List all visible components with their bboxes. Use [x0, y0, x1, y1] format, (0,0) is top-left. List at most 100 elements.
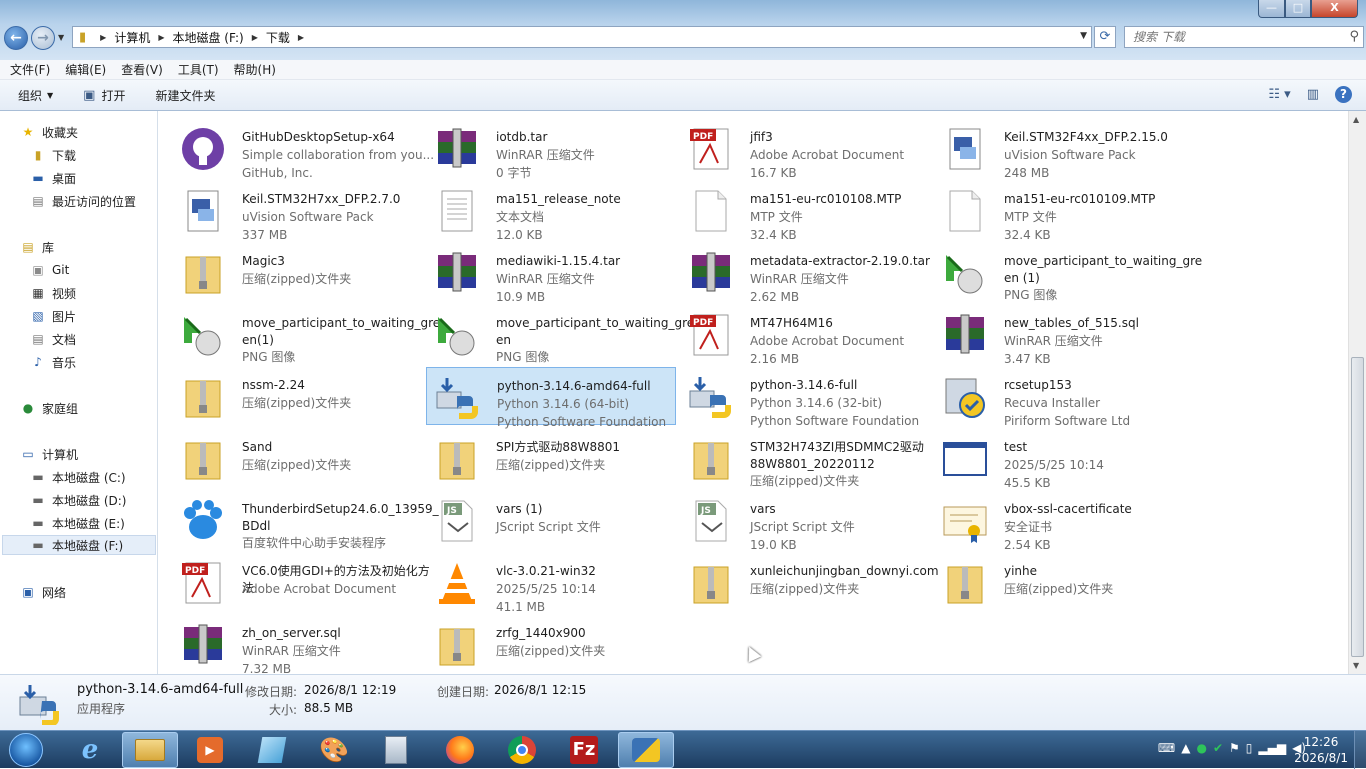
sidebar-item-git[interactable]: ▣ Git — [30, 260, 69, 280]
show-desktop-button[interactable] — [1354, 731, 1366, 769]
file-item[interactable]: yinhe 压缩(zipped)文件夹 — [934, 553, 1184, 611]
file-item[interactable]: mediawiki-1.15.4.tar WinRAR 压缩文件 10.9 MB — [426, 243, 676, 304]
menu-tools[interactable]: 工具(T) — [178, 61, 219, 78]
sidebar-item-downloads[interactable]: ▮ 下载 — [30, 145, 76, 165]
file-item[interactable]: python-3.14.6-amd64-full Python 3.14.6 (6… — [426, 367, 676, 429]
minimize-button[interactable]: — — [1258, 0, 1285, 18]
menu-file[interactable]: 文件(F) — [10, 61, 50, 78]
open-button[interactable]: ▣ 打开 — [83, 87, 125, 104]
search-box[interactable]: ⚲ — [1124, 26, 1364, 48]
breadcrumb-downloads[interactable]: 下载 — [266, 29, 290, 46]
close-button[interactable]: X — [1311, 0, 1358, 18]
file-item[interactable]: ma151-eu-rc010108.MTP MTP 文件 32.4 KB — [680, 181, 930, 242]
file-item[interactable]: move_participant_to_waiting_gre en(1) PNG… — [172, 305, 440, 364]
taskbar-python-installer[interactable] — [618, 732, 674, 768]
file-item[interactable]: PDF VC6.0使用GDI+的方法及初始化方 法 Adobe Acrobat Do… — [172, 553, 430, 611]
sidebar-favorites[interactable]: ★ 收藏夹 — [20, 122, 78, 142]
network-signal-icon[interactable]: ▂▄▆ — [1258, 741, 1286, 755]
file-item[interactable]: move_participant_to_waiting_gre en PNG 图像 — [426, 305, 694, 364]
taskbar-explorer[interactable] — [122, 732, 178, 768]
sidebar-item-drive-d[interactable]: ▬ 本地磁盘 (D:) — [30, 490, 126, 510]
sidebar-item-desktop[interactable]: ▬ 桌面 — [30, 168, 76, 188]
taskbar-paint[interactable]: 🎨 — [306, 732, 362, 768]
sidebar-item-drive-c[interactable]: ▬ 本地磁盘 (C:) — [30, 467, 125, 487]
file-item[interactable]: JS vars JScript Script 文件 19.0 KB — [680, 491, 930, 552]
scrollbar-thumb[interactable] — [1351, 357, 1364, 657]
file-item[interactable]: rcsetup153 Recuva Installer Piriform Softw… — [934, 367, 1184, 428]
search-input[interactable] — [1125, 27, 1325, 47]
taskbar-ie[interactable]: e — [62, 732, 118, 768]
file-item[interactable]: iotdb.tar WinRAR 压缩文件 0 字节 — [426, 119, 676, 180]
menu-edit[interactable]: 编辑(E) — [65, 61, 106, 78]
file-item[interactable]: vbox-ssl-cacertificate 安全证书 2.54 KB — [934, 491, 1184, 552]
file-item[interactable]: PDF jfif3 Adobe Acrobat Document 16.7 KB — [680, 119, 930, 180]
chevron-right-icon[interactable]: ▶ — [298, 33, 304, 42]
breadcrumb-drive-f[interactable]: 本地磁盘 (F:) — [172, 29, 243, 46]
show-hidden-icons[interactable]: ▲ — [1181, 741, 1190, 755]
file-item[interactable]: Magic3 压缩(zipped)文件夹 — [172, 243, 422, 301]
back-button[interactable]: ← — [4, 26, 28, 50]
sidebar-item-music[interactable]: ♪ 音乐 — [30, 352, 76, 372]
sidebar-network[interactable]: ▣ 网络 — [20, 582, 66, 602]
refresh-button[interactable]: ⟳ — [1094, 26, 1116, 48]
taskbar-media-player[interactable]: ▶ — [182, 732, 238, 768]
start-button[interactable] — [2, 731, 50, 769]
file-item[interactable]: zrfg_1440x900 压缩(zipped)文件夹 — [426, 615, 676, 673]
file-item[interactable]: JS vars (1) JScript Script 文件 — [426, 491, 676, 549]
taskbar-calculator[interactable] — [368, 732, 424, 768]
flag-icon[interactable]: ⚑ — [1229, 741, 1240, 755]
view-options-icon[interactable]: ☷ ▾ — [1268, 87, 1290, 102]
file-item[interactable]: Keil.STM32H7xx_DFP.2.7.0 uVision Software… — [172, 181, 422, 242]
taskbar-firefox[interactable] — [432, 732, 488, 768]
chevron-right-icon[interactable]: ▶ — [100, 33, 106, 42]
file-item[interactable]: Keil.STM32F4xx_DFP.2.15.0 uVision Softwar… — [934, 119, 1184, 180]
address-bar[interactable]: ▮ ▶ 计算机 ▶ 本地磁盘 (F:) ▶ 下载 ▶ ▼ — [72, 26, 1092, 48]
security-check-icon[interactable]: ✔ — [1213, 741, 1223, 755]
taskbar-app-blue[interactable] — [244, 732, 300, 768]
file-item[interactable]: new_tables_of_515.sql WinRAR 压缩文件 3.47 KB — [934, 305, 1184, 366]
sidebar-homegroup[interactable]: ● 家庭组 — [20, 398, 78, 418]
address-dropdown-icon[interactable]: ▼ — [1080, 31, 1087, 41]
file-item[interactable]: Sand 压缩(zipped)文件夹 — [172, 429, 422, 487]
file-item[interactable]: ThunderbirdSetup24.6.0_13959_ BDdl 百度软件中心… — [172, 491, 439, 550]
file-item[interactable]: zh_on_server.sql WinRAR 压缩文件 7.32 MB — [172, 615, 422, 676]
sidebar-item-videos[interactable]: ▦ 视频 — [30, 283, 76, 303]
sidebar-computer[interactable]: ▭ 计算机 — [20, 444, 78, 464]
scroll-up-icon[interactable]: ▲ — [1353, 115, 1359, 124]
file-item[interactable]: test 2025/5/25 10:14 45.5 KB — [934, 429, 1184, 490]
file-item[interactable]: SPI方式驱动88W8801 压缩(zipped)文件夹 — [426, 429, 676, 487]
sidebar-item-drive-e[interactable]: ▬ 本地磁盘 (E:) — [30, 513, 124, 533]
new-folder-button[interactable]: 新建文件夹 — [155, 87, 215, 104]
file-item[interactable]: move_participant_to_waiting_gre en (1) PN… — [934, 243, 1202, 302]
device-icon[interactable]: ▯ — [1246, 741, 1253, 755]
file-item[interactable]: nssm-2.24 压缩(zipped)文件夹 — [172, 367, 422, 425]
sidebar-item-drive-f[interactable]: ▬ 本地磁盘 (F:) — [2, 535, 156, 555]
recent-pages-dropdown[interactable]: ▼ — [58, 33, 64, 42]
file-item[interactable]: GitHubDesktopSetup-x64 Simple collaborati… — [172, 119, 434, 180]
clock[interactable]: 12:26 2026/8/1 — [1294, 734, 1348, 766]
search-icon[interactable]: ⚲ — [1349, 29, 1359, 44]
sidebar-item-recent[interactable]: ▤ 最近访问的位置 — [30, 191, 136, 211]
menu-view[interactable]: 查看(V) — [121, 61, 163, 78]
file-item[interactable]: xunleichunjingban_downyi.com 压缩(zipped)文件… — [680, 553, 939, 611]
file-item[interactable]: ma151_release_note 文本文档 12.0 KB — [426, 181, 676, 242]
file-item[interactable]: PDF MT47H64M16 Adobe Acrobat Document 2.16 … — [680, 305, 930, 366]
preview-pane-icon[interactable]: ▥ — [1307, 87, 1319, 102]
file-item[interactable]: vlc-3.0.21-win32 2025/5/25 10:14 41.1 MB — [426, 553, 676, 614]
taskbar-chrome[interactable] — [494, 732, 550, 768]
menu-help[interactable]: 帮助(H) — [234, 61, 276, 78]
forward-button[interactable]: → — [31, 26, 55, 50]
wechat-icon[interactable]: ● — [1196, 741, 1206, 755]
sidebar-item-pictures[interactable]: ▧ 图片 — [30, 306, 76, 326]
keyboard-icon[interactable]: ⌨ — [1158, 741, 1175, 755]
chevron-right-icon[interactable]: ▶ — [158, 33, 164, 42]
sidebar-libraries[interactable]: ▤ 库 — [20, 237, 54, 257]
organize-button[interactable]: 组织 ▼ — [18, 87, 53, 104]
file-item[interactable]: STM32H743ZI用SDMMC2驱动 88W8801_20220112 压缩(… — [680, 429, 930, 488]
help-icon[interactable]: ? — [1335, 86, 1352, 103]
file-item[interactable]: python-3.14.6-full Python 3.14.6 (32-bit)… — [680, 367, 930, 428]
chevron-right-icon[interactable]: ▶ — [252, 33, 258, 42]
scroll-down-icon[interactable]: ▼ — [1353, 661, 1359, 670]
maximize-button[interactable]: □ — [1285, 0, 1311, 18]
file-item[interactable]: ma151-eu-rc010109.MTP MTP 文件 32.4 KB — [934, 181, 1184, 242]
